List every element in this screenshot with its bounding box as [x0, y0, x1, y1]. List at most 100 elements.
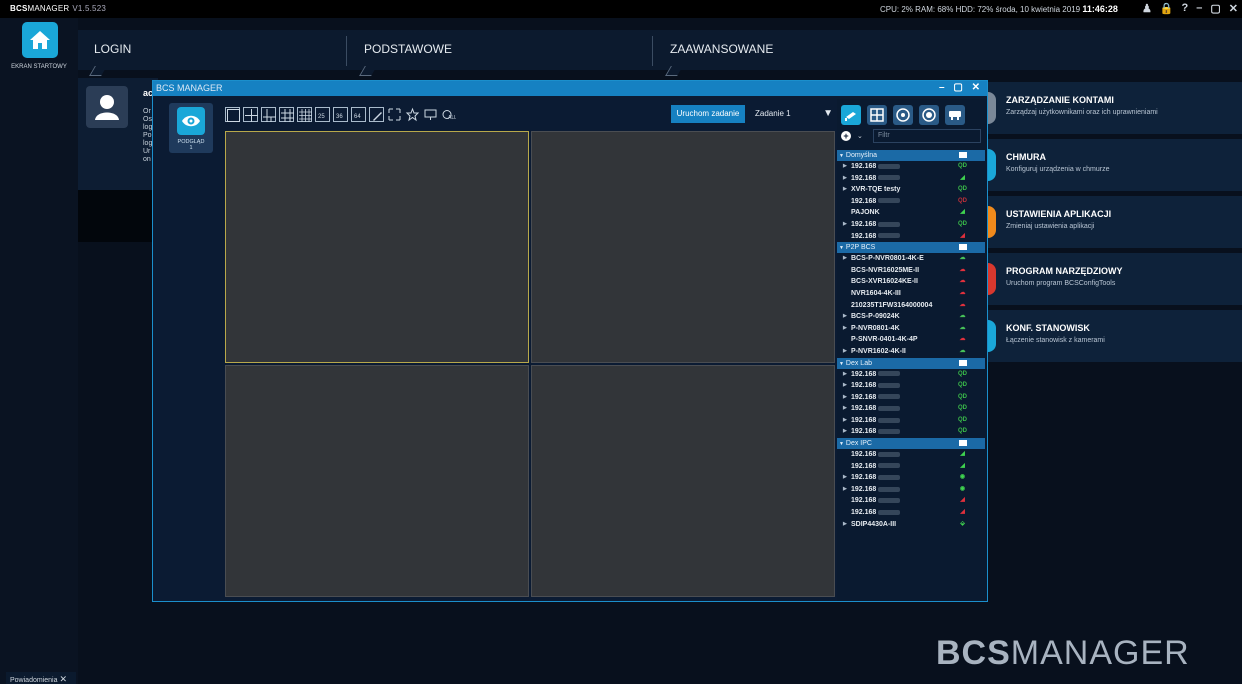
tree-item[interactable]: 192.168 ◢ [837, 231, 985, 243]
video-cell-4[interactable] [531, 365, 835, 597]
chevron-down-icon[interactable]: ⌄ [857, 132, 863, 140]
tree-item[interactable]: 210235T1FW3164000004 ☁ [837, 300, 985, 312]
expand-arrow-icon[interactable]: ▶ [843, 219, 851, 231]
window-titlebar[interactable]: BCS MANAGER – ▢ ✕ [153, 81, 987, 96]
card-tool-program[interactable]: PROGRAM NARZĘDZIOWY Uruchom program BCSCo… [986, 253, 1242, 305]
close-icon[interactable]: ✕ [1229, 2, 1238, 15]
layout-6-icon[interactable] [261, 107, 276, 122]
run-task-button[interactable]: Uruchom zadanie [671, 105, 745, 123]
expand-arrow-icon[interactable]: ▶ [843, 484, 851, 496]
minimize-icon[interactable]: – [1196, 2, 1202, 15]
tab-podstawowe[interactable]: PODSTAWOWE [348, 30, 652, 76]
tree-item[interactable]: 192.168 ◢ [837, 495, 985, 507]
expand-icon[interactable]: ▼ [839, 245, 844, 251]
panel-tab-cameras[interactable] [841, 105, 861, 125]
expand-arrow-icon[interactable]: ▶ [843, 426, 851, 438]
tree-group[interactable]: ▼ Domyślna [837, 150, 985, 161]
user-icon[interactable]: ♟ [1142, 2, 1152, 15]
home-button[interactable] [22, 22, 58, 58]
tree-item[interactable]: ▶ P-NVR1602-4K-II ☁ [837, 346, 985, 358]
expand-icon[interactable]: ▼ [839, 441, 844, 447]
task-dropdown[interactable]: Zadanie 1 ▼ [749, 105, 835, 123]
tree-item[interactable]: BCS-XVR16024KE-II ☁ [837, 276, 985, 288]
tree-item[interactable]: P-SNVR-0401-4K-4P ☁ [837, 334, 985, 346]
tree-item[interactable]: ▶ 192.168 QD [837, 380, 985, 392]
panel-tab-ptz[interactable] [893, 105, 913, 125]
expand-arrow-icon[interactable]: ▶ [843, 253, 851, 265]
tab-zaawansowane[interactable]: ZAAWANSOWANE [654, 30, 954, 76]
expand-arrow-icon[interactable]: ▶ [843, 173, 851, 185]
favorite-icon[interactable] [405, 107, 420, 122]
layout-4-icon[interactable] [243, 107, 258, 122]
tree-item[interactable]: ▶ BCS-P-NVR0801-4K-E ☁ [837, 253, 985, 265]
view-all-icon[interactable]: ALL [441, 107, 456, 122]
expand-icon[interactable]: ▼ [839, 361, 844, 367]
card-account-management[interactable]: ZARZĄDZANIE KONTAMI Zarządzaj użytkownika… [986, 82, 1242, 134]
tree-group[interactable]: ▼ P2P BCS [837, 242, 985, 254]
tree-item[interactable]: ▶ 192.168 ◉ [837, 472, 985, 484]
layout-9-icon[interactable] [279, 107, 294, 122]
filter-input[interactable]: Filtr [873, 129, 981, 143]
panel-tab-dvr[interactable] [945, 105, 965, 125]
notifications-button[interactable]: Powiadomienia ✕ [6, 672, 76, 684]
expand-arrow-icon[interactable]: ▶ [843, 380, 851, 392]
maximize-icon[interactable]: ▢ [1210, 2, 1220, 15]
tree-item[interactable]: ▶ P-NVR0801-4K ☁ [837, 323, 985, 335]
tree-item[interactable]: ▶ 192.168 QD [837, 415, 985, 427]
tree-item[interactable]: ▶ 192.168 ◢ [837, 173, 985, 185]
tree-item[interactable]: ▶ SDIP4430A-III ⬙ [837, 519, 985, 531]
panel-tab-layouts[interactable] [867, 105, 887, 125]
expand-arrow-icon[interactable]: ▶ [843, 346, 851, 358]
video-cell-1[interactable] [225, 131, 529, 363]
expand-arrow-icon[interactable]: ▶ [843, 392, 851, 404]
expand-arrow-icon[interactable]: ▶ [843, 472, 851, 484]
card-app-settings[interactable]: USTAWIENIA APLIKACJI Zmieniaj ustawienia … [986, 196, 1242, 248]
layout-16-icon[interactable] [297, 107, 312, 122]
tree-item[interactable]: 192.168 QD [837, 196, 985, 208]
expand-arrow-icon[interactable]: ▶ [843, 403, 851, 415]
tree-item[interactable]: PAJONK ◢ [837, 207, 985, 219]
expand-arrow-icon[interactable]: ▶ [843, 519, 851, 531]
tree-item[interactable]: ▶ 192.168 ◉ [837, 484, 985, 496]
monitor-icon[interactable] [423, 107, 438, 122]
tree-group[interactable]: ▼ Dex Lab [837, 357, 985, 369]
layout-36-icon[interactable]: 36 [333, 107, 348, 122]
tree-group[interactable]: ▼ Dex IPC [837, 438, 985, 450]
expand-arrow-icon[interactable]: ▶ [843, 311, 851, 323]
add-device-button[interactable]: + [841, 131, 851, 141]
card-workstations[interactable]: KONF. STANOWISK Łączenie stanowisk z kame… [986, 310, 1242, 362]
tree-item[interactable]: ▶ 192.168 QD [837, 369, 985, 381]
close-icon[interactable]: ✕ [59, 674, 67, 684]
expand-arrow-icon[interactable]: ▶ [843, 161, 851, 173]
lock-icon[interactable]: 🔒 [1160, 2, 1174, 15]
layout-64-icon[interactable]: 64 [351, 107, 366, 122]
help-icon[interactable]: ? [1182, 2, 1189, 15]
panel-tab-record[interactable] [919, 105, 939, 125]
expand-arrow-icon[interactable]: ▶ [843, 369, 851, 381]
card-cloud[interactable]: CHMURA Konfiguruj urządzenia w chmurze [986, 139, 1242, 191]
video-cell-3[interactable] [225, 365, 529, 597]
expand-arrow-icon[interactable]: ▶ [843, 415, 851, 427]
tree-item[interactable]: ▶ XVR-TQE testy QD [837, 184, 985, 196]
tree-item[interactable]: ▶ 192.168 QD [837, 219, 985, 231]
video-cell-2[interactable] [531, 131, 835, 363]
tree-item[interactable]: ▶ BCS-P-09024K ☁ [837, 311, 985, 323]
window-title-controls[interactable]: – ▢ ✕ [939, 82, 983, 93]
tree-item[interactable]: ▶ 192.168 QD [837, 403, 985, 415]
expand-icon[interactable]: ▼ [839, 153, 844, 159]
tree-item[interactable]: 192.168 ◢ [837, 449, 985, 461]
expand-arrow-icon[interactable]: ▶ [843, 184, 851, 196]
tree-item[interactable]: ▶ 192.168 QD [837, 161, 985, 173]
tree-item[interactable]: NVR1604-4K-III ☁ [837, 288, 985, 300]
expand-arrow-icon[interactable]: ▶ [843, 323, 851, 335]
preview-button[interactable]: PODGLĄD 1 [169, 103, 213, 153]
tree-item[interactable]: 192.168 ◢ [837, 461, 985, 473]
layout-25-icon[interactable]: 25 [315, 107, 330, 122]
tree-item[interactable]: ▶ 192.168 QD [837, 392, 985, 404]
tree-item[interactable]: ▶ 192.168 QD [837, 426, 985, 438]
fullscreen-icon[interactable] [387, 107, 402, 122]
tree-item[interactable]: 192.168 ◢ [837, 507, 985, 519]
tree-item[interactable]: BCS-NVR16025ME-II ☁ [837, 265, 985, 277]
tab-login[interactable]: LOGIN [78, 30, 346, 76]
layout-1-icon[interactable] [225, 107, 240, 122]
